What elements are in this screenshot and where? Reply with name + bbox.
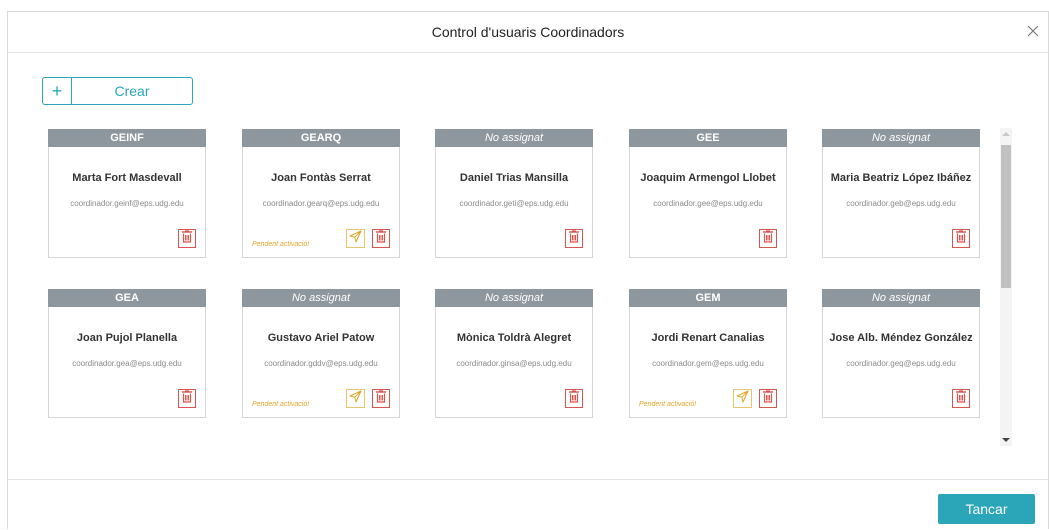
card-group-header: GEE	[629, 129, 787, 147]
trash-icon	[568, 229, 580, 248]
coordinator-email: coordinador.ginsa@eps.udg.edu	[456, 359, 572, 368]
pending-activation-label: Pendent activació!	[639, 401, 697, 408]
trash-icon	[375, 229, 387, 248]
coordinator-email: coordinador.gee@eps.udg.edu	[653, 199, 763, 208]
coordinator-card: No assignat Jose Alb. Méndez González coor…	[822, 289, 980, 418]
coordinator-name: Mònica Toldrà Alegret	[456, 332, 572, 344]
resend-activation-button[interactable]	[346, 229, 365, 248]
scrollbar[interactable]	[1000, 128, 1012, 446]
card-group-header: No assignat	[435, 289, 593, 307]
delete-button[interactable]	[372, 389, 390, 408]
pending-activation-label: Pendent activació!	[252, 401, 310, 408]
scroll-down-arrow-icon[interactable]	[1000, 434, 1012, 446]
coordinator-email: coordinador.geb@eps.udg.edu	[846, 199, 956, 208]
close-modal-button[interactable]: Tancar	[938, 494, 1035, 524]
coordinator-name: Gustavo Ariel Patow	[267, 332, 375, 344]
resend-activation-button[interactable]	[346, 389, 365, 408]
coordinator-email: coordinador.geti@eps.udg.edu	[459, 199, 569, 208]
delete-button[interactable]	[952, 389, 970, 408]
coordinator-card: GEE Joaquim Armengol Llobet coordinador.ge…	[629, 129, 787, 258]
coordinator-name: Daniel Trias Mansilla	[459, 172, 569, 184]
coordinator-card: GEINF Marta Fort Masdevall coordinador.gei…	[48, 129, 206, 258]
resend-activation-button[interactable]	[733, 389, 752, 408]
coordinator-name: Jordi Renart Canalias	[651, 332, 765, 344]
trash-icon	[568, 389, 580, 408]
delete-button[interactable]	[759, 389, 777, 408]
card-group-header: No assignat	[435, 129, 593, 147]
coordinator-card: No assignat Maria Beatriz López Ibáñez coo…	[822, 129, 980, 258]
card-group-header: GEA	[48, 289, 206, 307]
coordinator-email: coordinador.gearq@eps.udg.edu	[262, 199, 380, 208]
create-button[interactable]: + Crear	[42, 77, 193, 105]
delete-button[interactable]	[178, 229, 196, 248]
modal-footer: Tancar	[8, 479, 1048, 530]
trash-icon	[955, 389, 967, 408]
coordinator-card: GEARQ Joan Fontàs Serrat coordinador.gearq…	[242, 129, 400, 258]
create-button-label: Crear	[114, 83, 150, 99]
pending-activation-label: Pendent activació!	[252, 241, 310, 248]
delete-button[interactable]	[565, 389, 583, 408]
scroll-thumb[interactable]	[1001, 145, 1011, 288]
coordinator-name: Joan Pujol Planella	[76, 332, 178, 344]
coordinator-name: Joaquim Armengol Llobet	[640, 172, 776, 184]
close-icon[interactable]	[1024, 22, 1042, 40]
trash-icon	[375, 389, 387, 408]
coordinator-name: Maria Beatriz López Ibáñez	[830, 172, 972, 184]
card-group-header: GEARQ	[242, 129, 400, 147]
card-group-header: No assignat	[822, 129, 980, 147]
card-group-header: No assignat	[822, 289, 980, 307]
delete-button[interactable]	[759, 229, 777, 248]
coordinator-card: GEM Jordi Renart Canalias coordinador.gem@…	[629, 289, 787, 418]
coordinator-email: coordinador.geinf@eps.udg.edu	[70, 199, 184, 208]
send-icon	[349, 230, 362, 248]
send-icon	[349, 390, 362, 408]
delete-button[interactable]	[952, 229, 970, 248]
delete-button[interactable]	[178, 389, 196, 408]
card-group-header: No assignat	[242, 289, 400, 307]
coordinators-modal: Control d'usuaris Coordinadors + Crear G…	[7, 11, 1049, 529]
coordinator-email: coordinador.gem@eps.udg.edu	[652, 359, 764, 368]
coordinator-email: coordinador.geq@eps.udg.edu	[846, 359, 956, 368]
delete-button[interactable]	[372, 229, 390, 248]
coordinator-name: Marta Fort Masdevall	[72, 172, 182, 184]
modal-title: Control d'usuaris Coordinadors	[431, 24, 625, 40]
coordinator-card: GEA Joan Pujol Planella coordinador.gea@ep…	[48, 289, 206, 418]
coordinator-email: coordinador.gea@eps.udg.edu	[72, 359, 182, 368]
trash-icon	[181, 229, 193, 248]
coordinator-card: No assignat Daniel Trias Mansilla coordina…	[435, 129, 593, 258]
plus-icon: +	[43, 78, 72, 104]
send-icon	[736, 390, 749, 408]
scroll-up-arrow-icon[interactable]	[1000, 128, 1012, 140]
modal-header: Control d'usuaris Coordinadors	[8, 12, 1048, 53]
coordinator-card: No assignat Mònica Toldrà Alegret coordina…	[435, 289, 593, 418]
card-group-header: GEM	[629, 289, 787, 307]
coordinator-card: No assignat Gustavo Ariel Patow coordinado…	[242, 289, 400, 418]
trash-icon	[762, 229, 774, 248]
coordinators-grid: GEINF Marta Fort Masdevall coordinador.gei…	[8, 120, 1018, 450]
trash-icon	[762, 389, 774, 408]
delete-button[interactable]	[565, 229, 583, 248]
coordinator-name: Joan Fontàs Serrat	[271, 172, 371, 184]
card-group-header: GEINF	[48, 129, 206, 147]
coordinator-name: Jose Alb. Méndez González	[829, 332, 973, 344]
coordinator-email: coordinador.gddv@eps.udg.edu	[264, 359, 378, 368]
trash-icon	[955, 229, 967, 248]
trash-icon	[181, 389, 193, 408]
